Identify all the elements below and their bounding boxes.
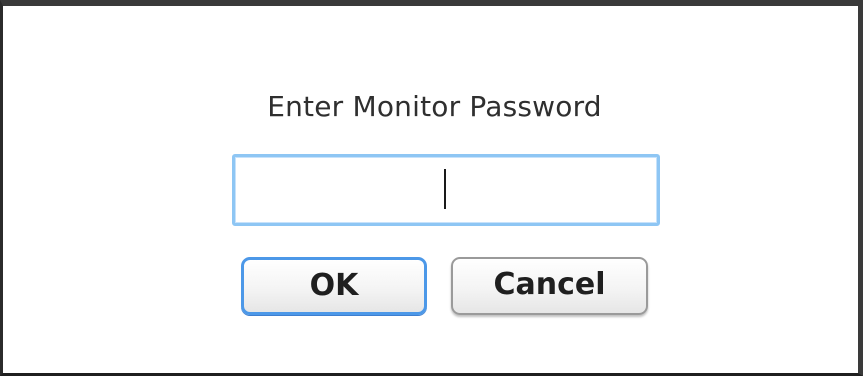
password-dialog: Enter Monitor Password OK Cancel bbox=[0, 0, 863, 376]
text-caret bbox=[444, 169, 446, 209]
cancel-button[interactable]: Cancel bbox=[451, 257, 648, 315]
dialog-prompt: Enter Monitor Password bbox=[267, 90, 602, 123]
ok-button[interactable]: OK bbox=[241, 257, 427, 315]
password-field-container[interactable] bbox=[232, 154, 660, 226]
password-input[interactable] bbox=[235, 157, 657, 223]
